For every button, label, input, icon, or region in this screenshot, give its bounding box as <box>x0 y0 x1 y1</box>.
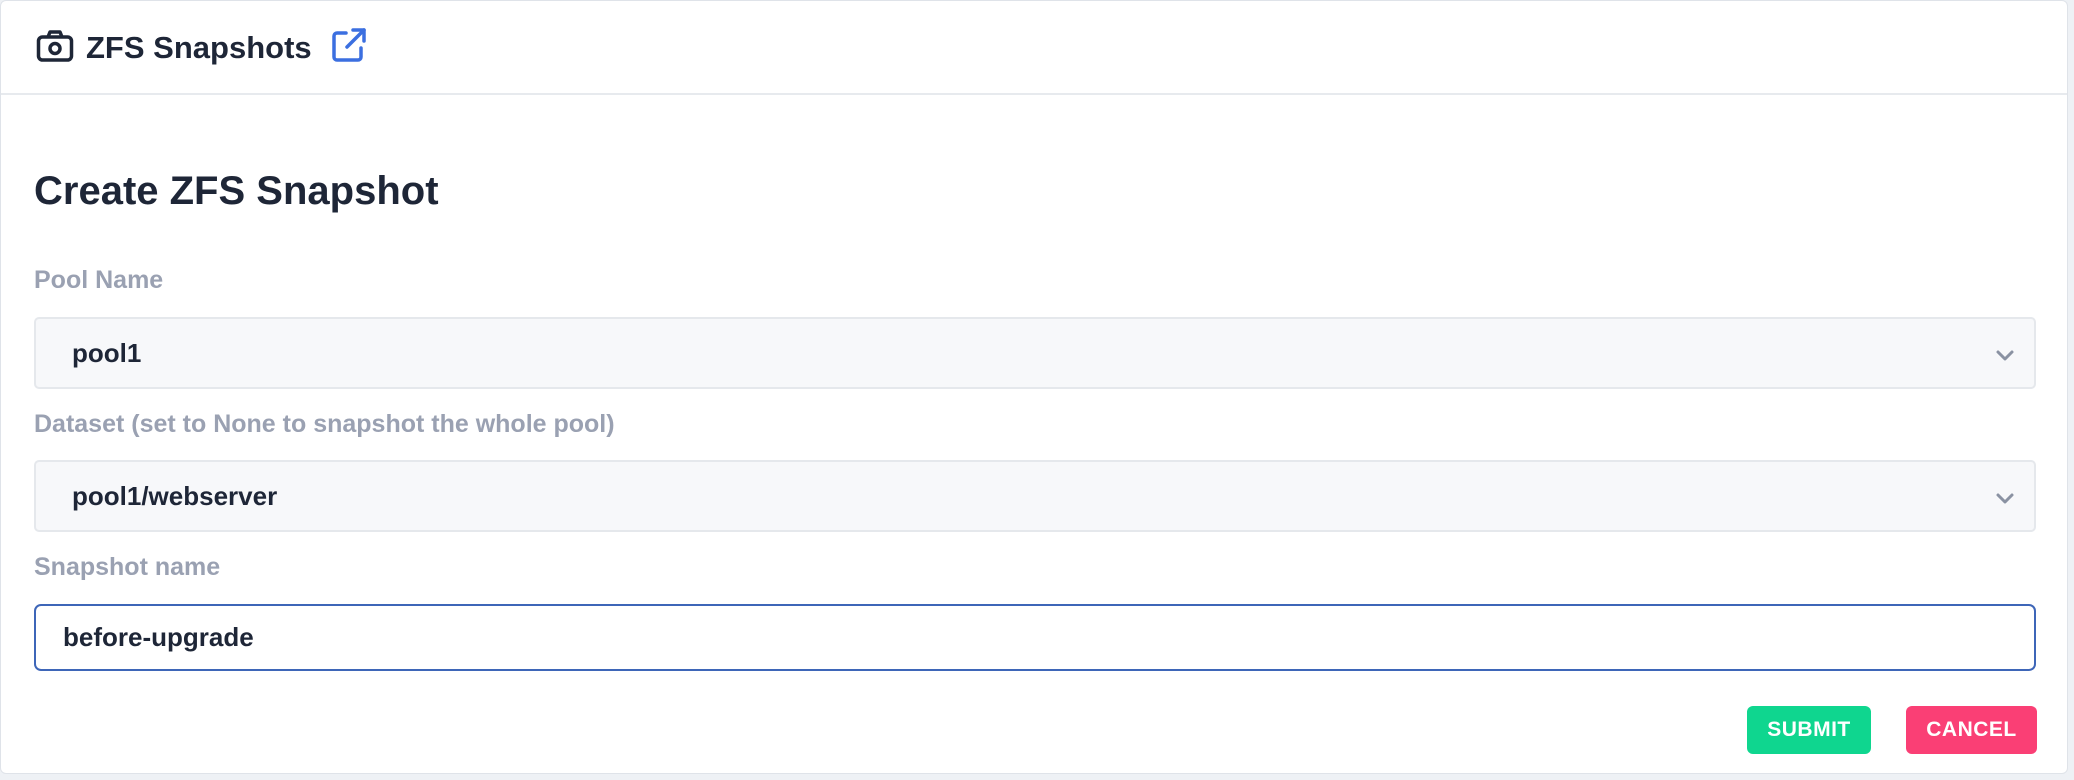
submit-button[interactable]: SUBMIT <box>1747 706 1871 754</box>
dataset-label: Dataset (set to None to snapshot the who… <box>34 410 615 438</box>
page-title: ZFS Snapshots <box>86 30 312 65</box>
form-title: Create ZFS Snapshot <box>34 169 439 213</box>
pool-name-label: Pool Name <box>34 266 164 294</box>
pool-name-select[interactable]: pool1 <box>34 317 2036 389</box>
snapshot-name-label: Snapshot name <box>34 553 221 581</box>
external-link-icon[interactable] <box>331 27 367 63</box>
card-header: ZFS Snapshots <box>1 1 2067 95</box>
dataset-value: pool1/webserver <box>72 481 278 511</box>
chevron-down-icon <box>1996 493 2014 504</box>
snapshot-name-input[interactable] <box>34 604 2036 671</box>
dataset-select[interactable]: pool1/webserver <box>34 460 2036 532</box>
snapshot-card: ZFS Snapshots Create ZFS Snapshot Pool N… <box>0 0 2068 774</box>
pool-name-value: pool1 <box>72 338 142 368</box>
camera-icon <box>36 30 74 62</box>
chevron-down-icon <box>1996 350 2014 361</box>
cancel-button[interactable]: CANCEL <box>1906 706 2037 754</box>
